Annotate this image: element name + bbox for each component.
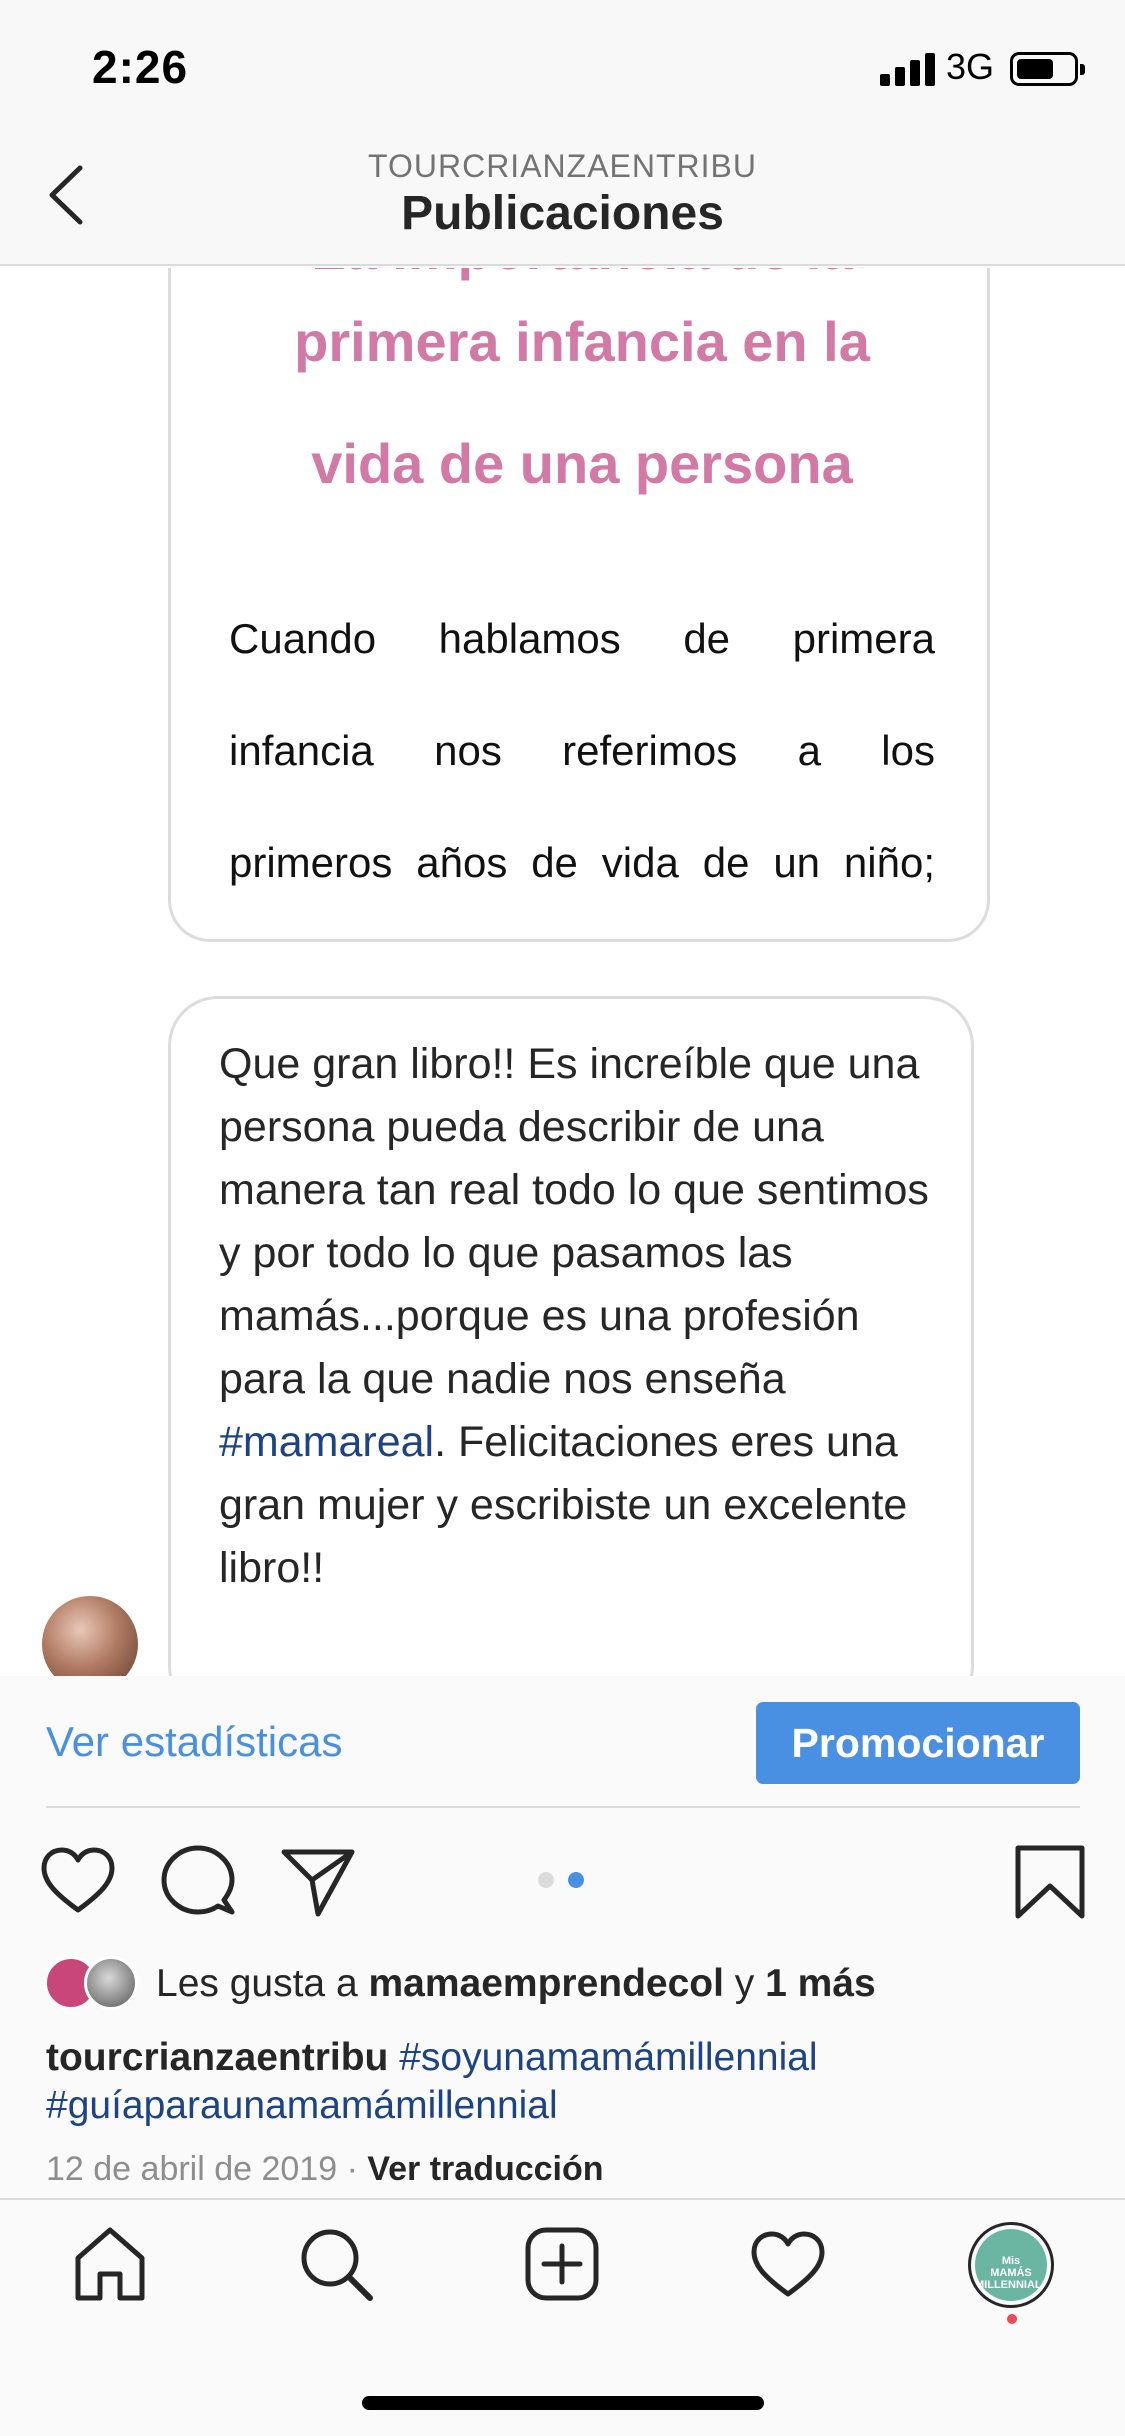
card-title-line: vida de una persona [311,432,853,495]
nav-search[interactable] [294,2222,378,2306]
status-time: 2:26 [92,41,189,93]
card-body-line: infancia nos referimos a los [229,727,935,775]
comment-button[interactable] [158,1842,238,1922]
save-button[interactable] [1010,1842,1090,1922]
word: infancia [229,727,374,774]
meta-separator: · [337,2150,368,2188]
nav-new-post[interactable] [520,2222,604,2306]
word: los [881,727,935,774]
word: de [683,615,731,662]
comment-icon [161,1845,235,1915]
word: de [531,839,578,886]
word: de [702,839,750,886]
likes-summary[interactable]: Les gusta a mamaemprendecol y 1 más [156,1962,876,2006]
word: hablamos [438,615,621,662]
like-button[interactable] [38,1842,118,1922]
word: nos [434,727,502,774]
logo-line: MAMÁS [990,2267,1032,2279]
likes-connector: y [723,1962,766,2005]
word: niño; [843,839,935,886]
nav-home[interactable] [68,2222,152,2306]
activity-icon [751,2231,825,2297]
notification-dot [1007,2314,1017,2324]
likes-prefix: Les gusta a [156,1962,369,2005]
commenter-avatar [42,1596,138,1676]
logo-line: MILLENNIALS [975,2279,1047,2291]
word: primeros [229,839,393,886]
see-translation-link[interactable]: Ver traducción [367,2150,603,2188]
caption-hashtag[interactable]: #guíaparaunamamámillennial [46,2084,558,2127]
account-name: TOURCRIANZAENTRIBU [368,148,757,184]
post-meta: 12 de abril de 2019 · Ver traducción [46,2150,604,2189]
word: a [797,727,821,774]
home-icon [75,2227,145,2301]
card-body-line: primeros años de vida de un niño; [229,839,935,887]
status-bar: 2:26 3G [0,0,1125,140]
comment-body: Que gran libro!! Es increíble que una pe… [219,1040,929,1403]
word: primera [792,615,935,662]
word: Cuando [229,615,377,662]
liker-username[interactable]: mamaemprendecol [368,1962,723,2005]
view-insights-link[interactable]: Ver estadísticas [46,1718,342,1766]
logo-line: Mis [1001,2255,1021,2267]
carousel-dot-active [568,1872,584,1888]
caption-hashtag[interactable]: #soyunamamámillennial [399,2036,817,2079]
comment-card: Que gran libro!! Es increíble que una pe… [168,996,974,1676]
share-icon [281,1849,355,1917]
nav-activity[interactable] [746,2222,830,2306]
word: años [416,839,508,886]
word: un [773,839,821,886]
search-icon [301,2229,373,2301]
comment-hashtag: #mamareal [219,1418,435,1466]
share-button[interactable] [278,1842,358,1922]
carousel-dot [538,1872,554,1888]
signal-icon [880,52,936,86]
comment-text: Que gran libro!! Es increíble que una pe… [219,1033,939,1600]
card-title-line: primera infancia en la [294,310,870,373]
nav-profile[interactable]: Mis MAMÁS MILLENNIALS [968,2222,1054,2308]
text-card: La importancia de la primera infancia en… [168,268,990,942]
post-image[interactable]: La importancia de la primera infancia en… [0,268,1125,1676]
home-indicator[interactable] [362,2396,764,2410]
liker-avatars[interactable] [44,1956,144,2012]
card-body-line: Cuando hablamos de primera [229,615,935,663]
post-date: 12 de abril de 2019 [46,2150,338,2188]
page-title: Publicaciones [401,187,724,240]
carousel-indicator [536,1872,588,1892]
network-label: 3G [946,46,995,87]
liker-avatar [84,1956,138,2010]
post-caption: tourcrianzaentribu #soyunamamámillennial… [46,2034,1086,2130]
caption-username[interactable]: tourcrianzaentribu [46,2036,388,2079]
word: referimos [562,727,738,774]
navigation-header: TOURCRIANZAENTRIBU Publicaciones [0,140,1125,266]
battery-icon [1010,52,1085,86]
promote-button[interactable]: Promocionar [756,1702,1080,1784]
heart-icon [41,1847,115,1913]
likes-more[interactable]: 1 más [765,1962,876,2005]
profile-avatar: Mis MAMÁS MILLENNIALS [975,2229,1047,2301]
bookmark-icon [1015,1845,1085,1919]
word: vida [601,839,679,886]
add-post-icon [525,2227,599,2301]
card-title-line: La importancia de la [171,268,987,282]
profile-avatar-logo: Mis MAMÁS MILLENNIALS [975,2255,1047,2291]
divider [46,1806,1080,1808]
